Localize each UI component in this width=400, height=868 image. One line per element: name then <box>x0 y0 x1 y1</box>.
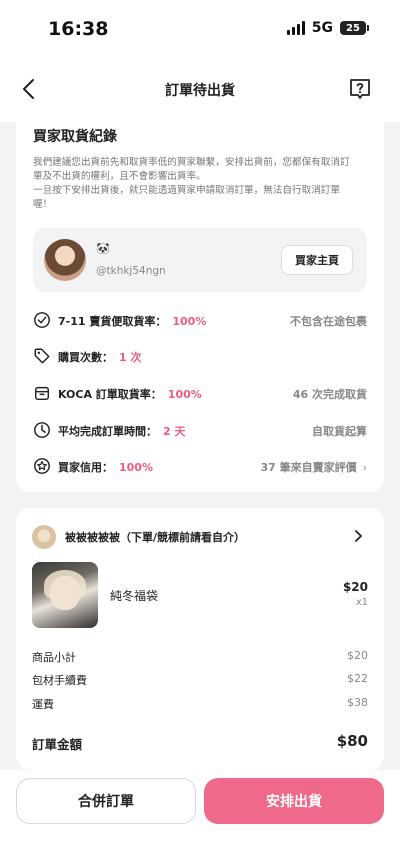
status-bar: 16:38 5G 25 <box>0 0 400 60</box>
stat-value: 1 次 <box>119 351 142 364</box>
product-price: $20 <box>342 580 368 594</box>
arrange-shipment-button[interactable]: 安排出貨 <box>204 778 384 824</box>
status-time: 16:38 <box>48 18 109 40</box>
status-indicators: 5G 25 <box>286 20 369 36</box>
battery-level: 25 <box>346 22 360 34</box>
line-label: 商品小計 <box>32 651 76 664</box>
stat-row-purchase-count: 購買次數： 1 次 <box>33 346 367 366</box>
stat-label: KOCA 訂單取貨率： 100% <box>58 388 202 401</box>
stat-label: 買家信用： 100% <box>58 461 153 474</box>
notice-line: 一旦按下安排出貨後，就只能透過買家申請取消訂單，無法自行取消訂單 <box>33 185 340 196</box>
star-circle-icon <box>34 458 50 474</box>
total-label: 訂單金額 <box>32 737 83 752</box>
stat-note[interactable]: 37 筆來自賣家評價 › <box>260 459 367 475</box>
product-name: 純冬福袋 <box>110 589 159 603</box>
order-card: 被被被被被（下單/競標前請看自介） 純冬福袋 $20 x1 商品小計 $20 包… <box>16 508 384 770</box>
notice-text: 我們建議您出貨前先和取貨率低的買家聯繫，安排出貨前，您都保有取消訂 單及不出貨的… <box>33 156 373 212</box>
stat-note: 不包含在途包裹 <box>290 315 367 328</box>
clock-icon <box>34 422 50 438</box>
battery-icon: 25 <box>340 21 369 35</box>
shop-avatar <box>32 525 56 549</box>
merge-orders-button[interactable]: 合併訂單 <box>16 778 196 824</box>
notice-line: 喔！ <box>33 199 53 210</box>
section-title: 買家取貨紀錄 <box>33 129 117 145</box>
stat-note: 46 次完成取貨 <box>292 388 367 401</box>
buyer-handle: @tkhkj54ngn <box>96 265 166 277</box>
buyer-home-button[interactable]: 買家主頁 <box>281 245 353 275</box>
bottom-action-bar: 合併訂單 安排出貨 <box>0 770 400 868</box>
stat-value: 100% <box>119 461 153 474</box>
stat-label: 購買次數： 1 次 <box>58 351 142 364</box>
question-bubble-icon[interactable] <box>348 77 372 101</box>
shop-name: 被被被被被（下單/競標前請看自介） <box>65 531 246 544</box>
stat-value: 100% <box>167 388 202 401</box>
chevron-right-icon: › <box>362 461 367 474</box>
product-image[interactable] <box>32 562 98 628</box>
line-shipping: 運費 $38 <box>32 696 368 712</box>
signal-icon <box>286 21 305 35</box>
buyer-profile: 🐼 @tkhkj54ngn 買家主頁 <box>33 228 367 292</box>
order-total: 訂單金額 $80 <box>32 732 368 752</box>
stat-row-buyer-credit[interactable]: 買家信用： 100% 37 筆來自賣家評價 › <box>33 456 367 476</box>
koca-box-icon <box>34 386 50 401</box>
network-type: 5G <box>311 20 333 36</box>
line-label: 包材手續費 <box>32 674 87 687</box>
tag-icon <box>34 348 50 364</box>
buyer-avatar[interactable] <box>44 239 86 281</box>
line-value: $22 <box>347 672 368 685</box>
stat-row-711-pickup: 7-11 賣貨便取貨率： 100% 不包含在途包裹 <box>33 310 367 330</box>
line-value: $38 <box>347 696 368 709</box>
stat-label: 平均完成訂單時間： 2 天 <box>58 425 186 438</box>
check-circle-icon <box>34 312 50 328</box>
total-value: $80 <box>336 732 368 750</box>
line-packaging-fee: 包材手續費 $22 <box>32 672 368 688</box>
stat-value: 2 天 <box>163 425 186 438</box>
buyer-record-card: 買家取貨紀錄 我們建議您出貨前先和取貨率低的買家聯繫，安排出貨前，您都保有取消訂… <box>16 108 384 492</box>
stat-row-koca-pickup: KOCA 訂單取貨率： 100% 46 次完成取貨 <box>33 383 367 403</box>
stat-value: 100% <box>172 315 207 328</box>
chevron-right-icon[interactable] <box>350 526 368 546</box>
stat-label: 7-11 賣貨便取貨率： 100% <box>58 315 207 328</box>
notice-line: 單及不出貨的權利，且不會影響出貨率。 <box>33 171 206 182</box>
shop-row[interactable]: 被被被被被（下單/競標前請看自介） <box>32 524 368 550</box>
stat-row-avg-completion: 平均完成訂單時間： 2 天 自取貨起算 <box>33 420 367 440</box>
panda-emoji: 🐼 <box>96 242 110 255</box>
line-label: 運費 <box>32 698 54 711</box>
product-quantity: x1 <box>355 597 368 608</box>
stat-note: 自取貨起算 <box>312 425 367 438</box>
notice-line: 我們建議您出貨前先和取貨率低的買家聯繫，安排出貨前，您都保有取消訂 <box>33 157 350 168</box>
line-subtotal: 商品小計 $20 <box>32 649 368 665</box>
page-title: 訂單待出貨 <box>165 83 235 99</box>
line-value: $20 <box>347 649 368 662</box>
